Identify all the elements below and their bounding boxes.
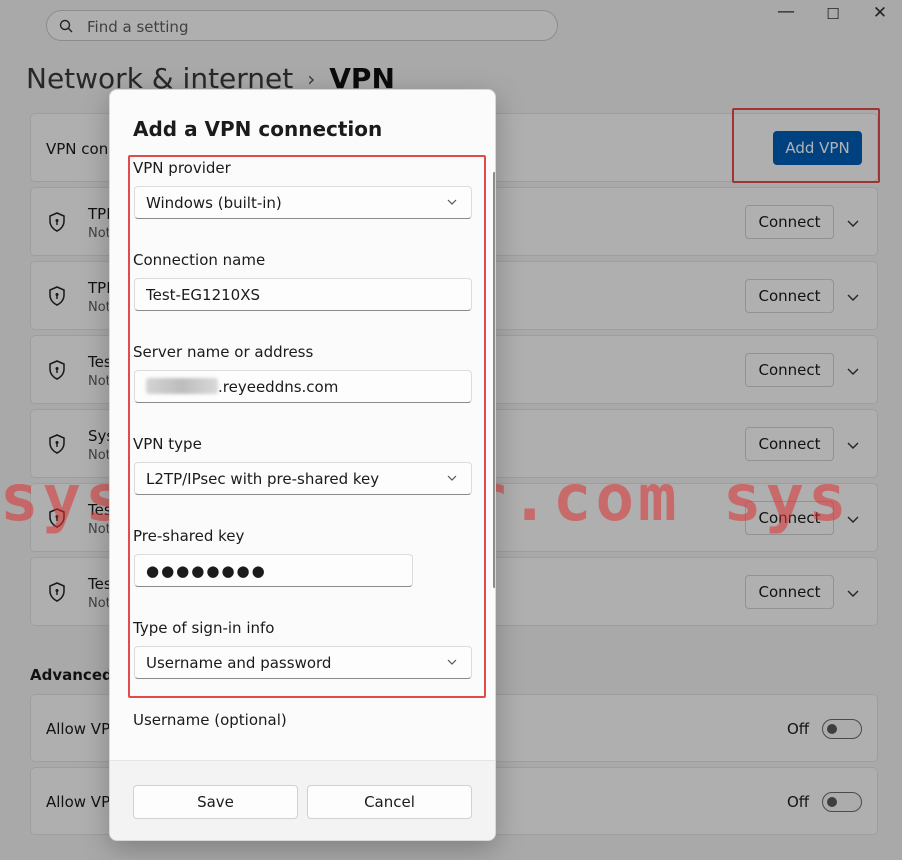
annotation-highlight-form (128, 155, 486, 698)
dialog-scrollbar[interactable] (493, 172, 495, 588)
dialog-footer: Save Cancel (110, 760, 495, 840)
add-vpn-dialog: Add a VPN connection VPN provider Window… (109, 89, 496, 841)
username-label: Username (optional) (133, 711, 287, 729)
save-button[interactable]: Save (133, 785, 298, 819)
dialog-title: Add a VPN connection (133, 117, 383, 141)
cancel-button[interactable]: Cancel (307, 785, 472, 819)
